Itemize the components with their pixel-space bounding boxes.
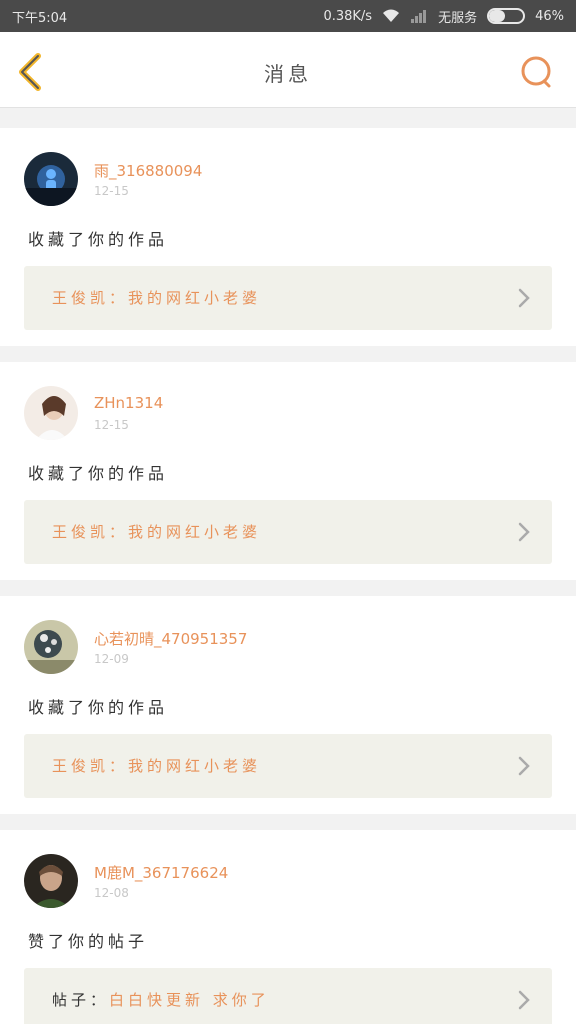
referenced-work[interactable]: 王俊凯：我的网红小老婆 — [24, 266, 552, 330]
message-card: 雨_316880094 12-15 收藏了你的作品 王俊凯：我的网红小老婆 — [0, 128, 576, 346]
status-right: 0.38K/s 无服务 46% — [323, 7, 564, 26]
chevron-right-icon — [518, 756, 530, 776]
username[interactable]: M鹿M_367176624 — [94, 862, 228, 883]
carrier-label: 无服务 — [438, 10, 478, 26]
action-text: 赞了你的帖子 — [28, 932, 149, 951]
username[interactable]: 雨_316880094 — [94, 160, 202, 181]
ref-label: 王俊凯： — [52, 523, 129, 541]
ref-label: 王俊凯： — [52, 289, 129, 307]
chevron-right-icon — [518, 522, 530, 542]
ref-title: 我的网红小老婆 — [128, 289, 262, 307]
message-card: M鹿M_367176624 12-08 赞了你的帖子 帖子：白白快更新 求你了 — [0, 830, 576, 1024]
message-card: 心若初晴_470951357 12-09 收藏了你的作品 王俊凯：我的网红小老婆 — [0, 596, 576, 814]
ref-title: 我的网红小老婆 — [128, 523, 262, 541]
referenced-work[interactable]: 王俊凯：我的网红小老婆 — [24, 500, 552, 564]
referenced-work-text: 王俊凯：我的网红小老婆 — [52, 755, 261, 776]
wifi-icon — [383, 9, 400, 22]
battery-fill — [489, 10, 505, 22]
referenced-work[interactable]: 王俊凯：我的网红小老婆 — [24, 734, 552, 798]
message-feed: 雨_316880094 12-15 收藏了你的作品 王俊凯：我的网红小老婆 ZH… — [0, 128, 576, 1024]
avatar[interactable] — [24, 620, 78, 674]
action-text: 收藏了你的作品 — [28, 698, 169, 717]
username[interactable]: 心若初晴_470951357 — [94, 628, 247, 649]
action-text: 收藏了你的作品 — [28, 464, 169, 483]
timestamp: 12-09 — [94, 652, 129, 666]
referenced-post-text: 帖子：白白快更新 求你了 — [52, 989, 270, 1010]
search-button[interactable] — [518, 54, 554, 90]
username[interactable]: ZHn1314 — [94, 394, 163, 412]
chevron-right-icon — [518, 288, 530, 308]
status-bar: 下午5:04 0.38K/s 无服务 46% — [0, 0, 576, 32]
page-title: 消息 — [264, 62, 312, 86]
avatar[interactable] — [24, 152, 78, 206]
timestamp: 12-15 — [94, 184, 129, 198]
avatar[interactable] — [24, 854, 78, 908]
battery-icon — [487, 8, 526, 24]
avatar[interactable] — [24, 386, 78, 440]
ref-label: 帖子： — [52, 991, 110, 1009]
ref-title: 我的网红小老婆 — [128, 757, 262, 775]
network-speed: 0.38K/s — [323, 8, 373, 24]
action-text: 收藏了你的作品 — [28, 230, 169, 249]
ref-label: 王俊凯： — [52, 757, 129, 775]
message-card: ZHn1314 12-15 收藏了你的作品 王俊凯：我的网红小老婆 — [0, 362, 576, 580]
referenced-work-text: 王俊凯：我的网红小老婆 — [52, 287, 261, 308]
ref-title: 白白快更新 求你了 — [109, 991, 270, 1009]
timestamp: 12-15 — [94, 418, 129, 432]
status-time: 下午5:04 — [12, 10, 68, 26]
battery-percent: 46% — [535, 8, 564, 24]
signal-icon — [411, 10, 427, 23]
header: 消息 — [0, 32, 576, 108]
referenced-work-text: 王俊凯：我的网红小老婆 — [52, 521, 261, 542]
chevron-right-icon — [518, 990, 530, 1010]
timestamp: 12-08 — [94, 886, 129, 900]
referenced-post[interactable]: 帖子：白白快更新 求你了 — [24, 968, 552, 1024]
